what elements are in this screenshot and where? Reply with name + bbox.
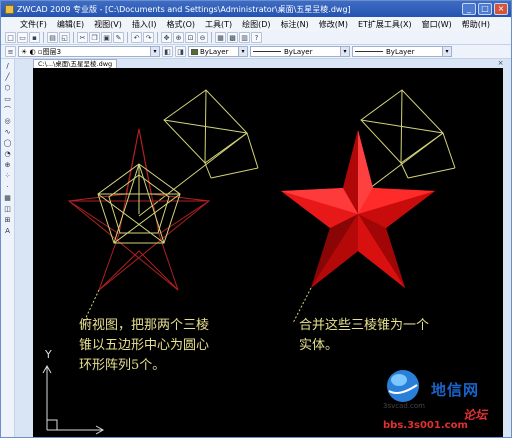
chevron-down-icon: ▾ bbox=[150, 47, 159, 56]
color-swatch bbox=[191, 48, 198, 55]
document-close-icon[interactable]: × bbox=[496, 59, 505, 67]
new-icon[interactable]: □ bbox=[5, 32, 16, 43]
title-bar: ZWCAD 2009 专业版 - [C:\Documents and Setti… bbox=[1, 1, 511, 17]
menu-insert[interactable]: 插入(I) bbox=[127, 19, 162, 30]
line-tool-icon[interactable]: / bbox=[2, 61, 13, 71]
color-value: ByLayer bbox=[200, 47, 229, 56]
preview-icon[interactable]: ◱ bbox=[59, 32, 70, 43]
caption-left-line-1: 俯视图，把那两个三棱 bbox=[79, 318, 210, 333]
xline-tool-icon[interactable]: ╱ bbox=[2, 72, 13, 82]
polygon-tool-icon[interactable]: ⬡ bbox=[2, 83, 13, 93]
menu-modify[interactable]: 修改(M) bbox=[314, 19, 353, 30]
make-current-layer-icon[interactable]: ◧ bbox=[162, 46, 173, 57]
menu-et-tools[interactable]: ET扩展工具(X) bbox=[353, 19, 417, 30]
draw-toolbar: / ╱ ⬡ ▭ ⌒ ◎ ∿ ◯ ◔ ⊕ ⁘ · ▦ ◫ ⊞ A bbox=[1, 59, 15, 437]
ellipse-tool-icon[interactable]: ◯ bbox=[2, 138, 13, 148]
caption-right: 合并这些三棱锥为一个 实体。 bbox=[299, 316, 429, 356]
table-tool-icon[interactable]: ⊞ bbox=[2, 215, 13, 225]
ucs-y-label: Y bbox=[45, 348, 52, 361]
drawing-canvas[interactable]: 俯视图，把那两个三棱 锥以五边形中心为圆心 环形阵列5个。 合并这些三棱锥为一个… bbox=[33, 68, 503, 437]
watermark-sub: 3svcad.com bbox=[383, 402, 425, 410]
match-properties-icon[interactable]: ✎ bbox=[113, 32, 124, 43]
layer-manager-icon[interactable]: ≡ bbox=[5, 46, 16, 57]
menu-bar: 文件(F) 编辑(E) 视图(V) 插入(I) 格式(O) 工具(T) 绘图(D… bbox=[1, 17, 511, 31]
caption-left-line-2: 锥以五边形中心为圆心 bbox=[79, 338, 210, 353]
document-tab[interactable]: C:\...\桌面\五星呈棱.dwg bbox=[33, 59, 118, 68]
layer-properties-toolbar: ≡ ☀ ◐ ▫ 图层3 ▾ ◧ ◨ ByLayer ▾ ByLayer ▾ By… bbox=[1, 45, 511, 59]
help-icon[interactable]: ? bbox=[251, 32, 262, 43]
pan-icon[interactable]: ✥ bbox=[161, 32, 172, 43]
copy-icon[interactable]: ❐ bbox=[89, 32, 100, 43]
caption-right-line-2: 实体。 bbox=[299, 338, 339, 353]
menu-window[interactable]: 窗口(W) bbox=[417, 19, 457, 30]
menu-draw[interactable]: 绘图(D) bbox=[237, 19, 275, 30]
redo-icon[interactable]: ↷ bbox=[143, 32, 154, 43]
lineweight-preview bbox=[355, 51, 383, 52]
menu-format[interactable]: 格式(O) bbox=[161, 19, 200, 30]
close-button[interactable]: × bbox=[494, 3, 508, 15]
hatch-tool-icon[interactable]: ▦ bbox=[2, 193, 13, 203]
linetype-preview bbox=[253, 51, 281, 52]
maximize-button[interactable]: □ bbox=[478, 3, 492, 15]
standard-toolbar: □ ▭ ▪ ▤ ◱ ✂ ❐ ▣ ✎ ↶ ↷ ✥ ⊕ ⊡ ⊖ ▦ ▩ ▥ ? bbox=[1, 31, 511, 45]
properties-icon[interactable]: ▦ bbox=[215, 32, 226, 43]
layer-dropdown[interactable]: ☀ ◐ ▫ 图层3 ▾ bbox=[18, 46, 160, 57]
insert-block-icon[interactable]: ⊕ bbox=[2, 160, 13, 170]
point-tool-icon[interactable]: · bbox=[2, 182, 13, 192]
app-icon bbox=[5, 4, 14, 14]
zoom-previous-icon[interactable]: ⊖ bbox=[197, 32, 208, 43]
color-dropdown[interactable]: ByLayer ▾ bbox=[188, 46, 248, 57]
undo-icon[interactable]: ↶ bbox=[131, 32, 142, 43]
menu-view[interactable]: 视图(V) bbox=[89, 19, 127, 30]
left-pentagon-yellow bbox=[97, 163, 181, 244]
paste-icon[interactable]: ▣ bbox=[101, 32, 112, 43]
circle-tool-icon[interactable]: ◎ bbox=[2, 116, 13, 126]
left-hexagon-outline bbox=[138, 89, 259, 217]
watermark-url: bbs.3s001.com bbox=[383, 420, 468, 431]
globe-logo bbox=[387, 370, 419, 402]
ellipse-arc-tool-icon[interactable]: ◔ bbox=[2, 149, 13, 159]
previous-layer-icon[interactable]: ◨ bbox=[175, 46, 186, 57]
lineweight-dropdown[interactable]: ByLayer ▾ bbox=[352, 46, 452, 57]
caption-right-line-1: 合并这些三棱锥为一个 bbox=[299, 318, 430, 333]
zoom-window-icon[interactable]: ⊡ bbox=[185, 32, 196, 43]
save-icon[interactable]: ▪ bbox=[29, 32, 40, 43]
layer-name: 图层3 bbox=[42, 47, 62, 56]
window-title: ZWCAD 2009 专业版 - [C:\Documents and Setti… bbox=[17, 4, 351, 14]
menu-dimension[interactable]: 标注(N) bbox=[276, 19, 314, 30]
linetype-dropdown[interactable]: ByLayer ▾ bbox=[250, 46, 350, 57]
caption-left: 俯视图，把那两个三棱 锥以五边形中心为圆心 环形阵列5个。 bbox=[79, 316, 209, 376]
caption-left-line-3: 环形阵列5个。 bbox=[79, 358, 166, 373]
chevron-down-icon: ▾ bbox=[442, 47, 451, 56]
zoom-realtime-icon[interactable]: ⊕ bbox=[173, 32, 184, 43]
lineweight-value: ByLayer bbox=[386, 47, 415, 56]
menu-tools[interactable]: 工具(T) bbox=[200, 19, 237, 30]
arc-tool-icon[interactable]: ⌒ bbox=[2, 105, 13, 115]
watermark-site: 地信网 bbox=[431, 381, 480, 399]
spline-tool-icon[interactable]: ∿ bbox=[2, 127, 13, 137]
right-solid-star bbox=[281, 130, 435, 288]
menu-file[interactable]: 文件(F) bbox=[15, 19, 52, 30]
print-icon[interactable]: ▤ bbox=[47, 32, 58, 43]
ucs-icon bbox=[42, 364, 105, 435]
menu-help[interactable]: 帮助(H) bbox=[457, 19, 495, 30]
rectangle-tool-icon[interactable]: ▭ bbox=[2, 94, 13, 104]
minimize-button[interactable]: _ bbox=[462, 3, 476, 15]
design-center-icon[interactable]: ▩ bbox=[227, 32, 238, 43]
light-bulb-icon: ☀ ◐ ▫ bbox=[21, 47, 43, 56]
open-icon[interactable]: ▭ bbox=[17, 32, 28, 43]
linetype-value: ByLayer bbox=[284, 47, 313, 56]
tool-palette-icon[interactable]: ▥ bbox=[239, 32, 250, 43]
chevron-down-icon: ▾ bbox=[340, 47, 349, 56]
region-tool-icon[interactable]: ◫ bbox=[2, 204, 13, 214]
cut-icon[interactable]: ✂ bbox=[77, 32, 88, 43]
menu-edit[interactable]: 编辑(E) bbox=[52, 19, 89, 30]
make-block-icon[interactable]: ⁘ bbox=[2, 171, 13, 181]
chevron-down-icon: ▾ bbox=[238, 47, 247, 56]
app-window: ZWCAD 2009 专业版 - [C:\Documents and Setti… bbox=[0, 0, 512, 438]
text-tool-icon[interactable]: A bbox=[2, 226, 13, 236]
